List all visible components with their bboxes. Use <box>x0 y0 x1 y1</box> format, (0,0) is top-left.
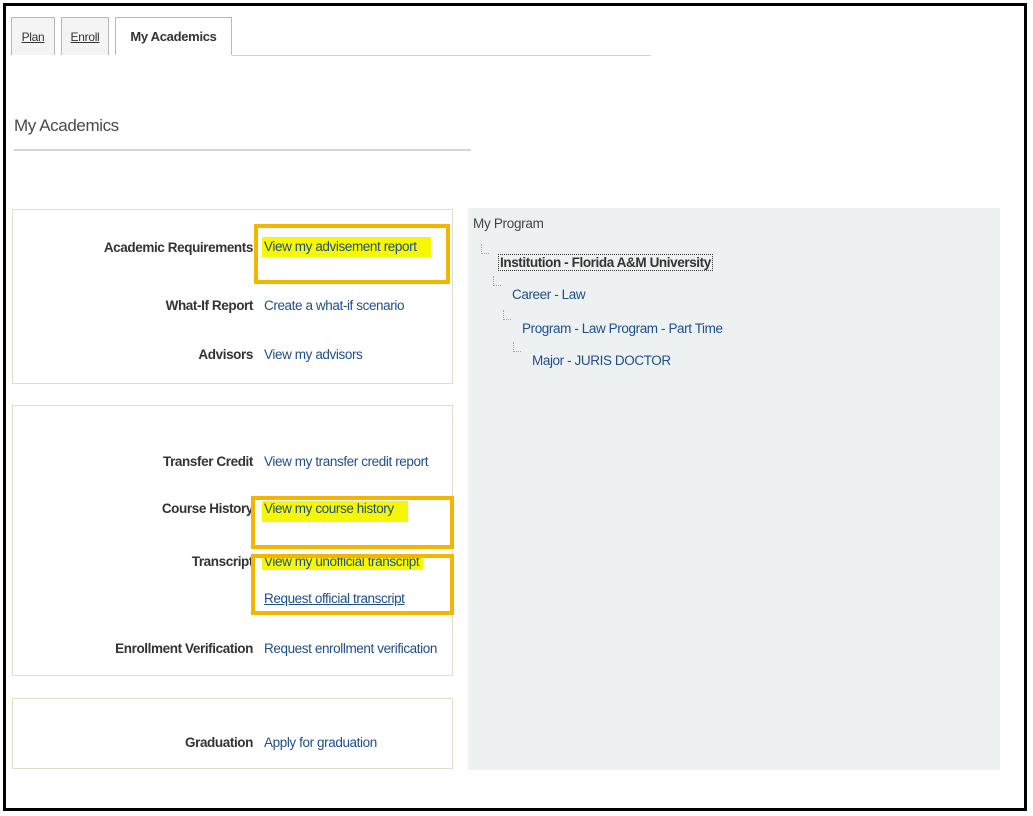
tree-connector-icon <box>513 342 521 352</box>
transfer-credit-label: Transfer Credit <box>162 454 253 469</box>
advisors-label: Advisors <box>198 347 253 362</box>
my-program-title: My Program <box>473 216 544 231</box>
what-if-row: What-If Report Create a what-if scenario <box>13 298 453 320</box>
tree-connector-icon <box>481 244 489 254</box>
tree-connector-icon <box>493 276 501 286</box>
transfer-credit-link[interactable]: View my transfer credit report <box>264 454 428 469</box>
advisors-link[interactable]: View my advisors <box>264 347 363 362</box>
graduation-link[interactable]: Apply for graduation <box>264 735 377 750</box>
graduation-label: Graduation <box>184 735 253 750</box>
tab-my-academics[interactable]: My Academics <box>115 17 232 55</box>
tree-node-program[interactable]: Program - Law Program - Part Time <box>522 321 723 336</box>
tree-connector-icon <box>503 310 511 320</box>
annotation-box-advisement <box>254 224 450 284</box>
tab-plan-label: Plan <box>21 29 45 44</box>
tab-my-academics-label: My Academics <box>130 29 217 44</box>
my-program-panel: My Program Institution - Florida A&M Uni… <box>468 208 1000 770</box>
enrollment-verification-label: Enrollment Verification <box>115 641 253 656</box>
graduation-row: Graduation Apply for graduation <box>13 735 453 757</box>
enrollment-verification-row: Enrollment Verification Request enrollme… <box>13 641 453 663</box>
tree-node-career[interactable]: Career - Law <box>512 287 586 302</box>
what-if-link[interactable]: Create a what-if scenario <box>264 298 404 313</box>
tab-divider <box>232 55 651 56</box>
enrollment-verification-link[interactable]: Request enrollment verification <box>264 641 437 656</box>
page-title: My Academics <box>14 116 119 135</box>
title-divider <box>14 149 471 151</box>
tree-node-institution[interactable]: Institution - Florida A&M University <box>498 254 713 271</box>
course-history-label: Course History <box>161 501 254 516</box>
tab-plan[interactable]: Plan <box>11 17 55 55</box>
transcript-label: Transcript <box>191 554 254 569</box>
tab-enroll[interactable]: Enroll <box>61 17 109 55</box>
tree-node-major[interactable]: Major - JURIS DOCTOR <box>532 353 671 368</box>
graduation-group: Graduation Apply for graduation <box>12 698 453 769</box>
annotation-box-transcript <box>251 554 454 615</box>
advisors-row: Advisors View my advisors <box>13 347 453 369</box>
transfer-credit-row: Transfer Credit View my transfer credit … <box>13 454 453 476</box>
what-if-label: What-If Report <box>165 298 254 313</box>
tab-enroll-label: Enroll <box>70 29 100 44</box>
academic-requirements-label: Academic Requirements <box>103 240 254 255</box>
annotation-box-course-history <box>251 496 454 549</box>
